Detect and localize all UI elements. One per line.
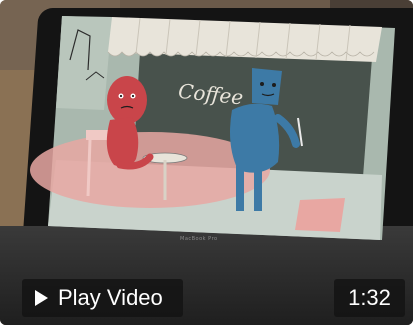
play-icon (35, 290, 48, 306)
video-thumbnail[interactable]: MacBook Pro Coffee Play Video 1:32 (0, 0, 413, 325)
play-video-button[interactable]: Play Video (22, 279, 183, 317)
cartoon-screen: Coffee (30, 16, 395, 240)
play-video-label: Play Video (58, 285, 163, 310)
video-duration-badge: 1:32 (334, 279, 405, 317)
